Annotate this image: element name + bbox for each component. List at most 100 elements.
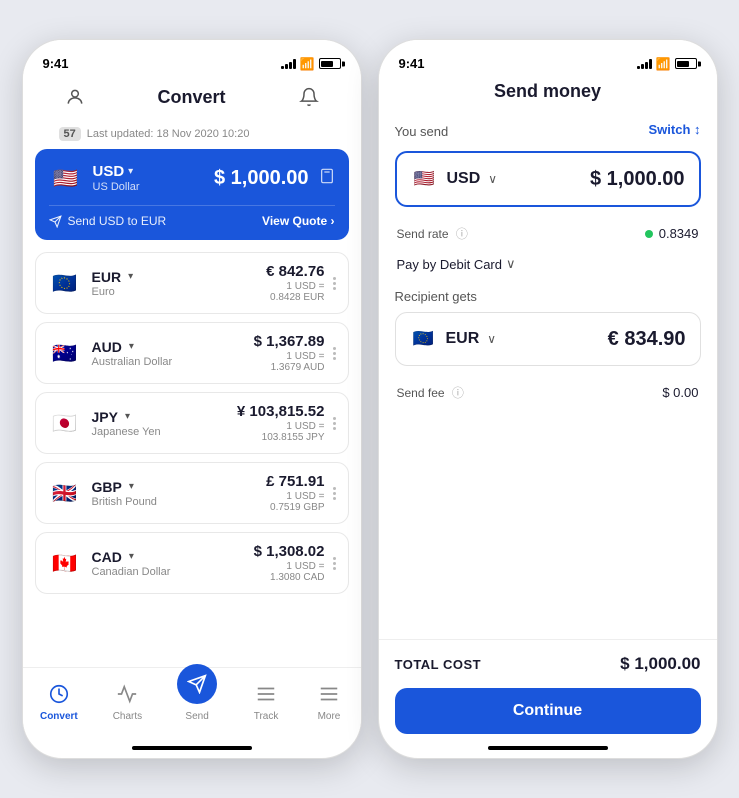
total-cost-bar: TOTAL COST $ 1,000.00 bbox=[379, 639, 717, 688]
bottom-nav-left: Convert Charts Send bbox=[23, 667, 361, 742]
send-currency-code: USD bbox=[447, 170, 481, 188]
dropdown-GBP[interactable]: ▾ bbox=[129, 481, 134, 492]
send-flag: 🇺🇸 bbox=[411, 165, 439, 193]
nav-track[interactable]: Track bbox=[242, 676, 290, 726]
send-amount-value: $ 1,000.00 bbox=[590, 168, 685, 191]
update-badge: 57 bbox=[59, 127, 81, 141]
pay-by-row[interactable]: Pay by Debit Card ∨ bbox=[395, 250, 701, 282]
pay-chevron-icon[interactable]: ∨ bbox=[506, 256, 516, 272]
send-usd-label: Send USD to EUR bbox=[68, 214, 167, 228]
usd-dropdown[interactable]: ▾ bbox=[128, 166, 133, 177]
main-currency-card[interactable]: 🇺🇸 USD ▾ US Dollar $ 1,000.00 bbox=[35, 149, 349, 240]
fee-row: Send fee ⓘ $ 0.00 bbox=[395, 376, 701, 409]
continue-button[interactable]: Continue bbox=[395, 688, 701, 734]
send-currency-selector[interactable]: 🇺🇸 USD ∨ bbox=[411, 165, 498, 193]
recipient-currency-code: EUR bbox=[446, 330, 480, 348]
you-send-label: You send bbox=[395, 124, 449, 139]
battery-icon bbox=[319, 58, 341, 69]
flag-GBP: 🇬🇧 bbox=[48, 476, 82, 510]
currency-list: 🇪🇺 EUR ▾ Euro € 842.76 1 USD =0.8428 EUR bbox=[35, 252, 349, 594]
currency-list-item[interactable]: 🇯🇵 JPY ▾ Japanese Yen ¥ 103,815.52 1 USD… bbox=[35, 392, 349, 454]
home-indicator-left bbox=[132, 746, 252, 750]
recipient-amount: € 834.90 bbox=[608, 328, 686, 351]
convert-screen-content: 🇺🇸 USD ▾ US Dollar $ 1,000.00 bbox=[23, 149, 361, 667]
screen-header-send: Send money bbox=[399, 73, 697, 110]
nav-more[interactable]: More bbox=[305, 676, 353, 726]
recipient-gets-label: Recipient gets bbox=[395, 289, 477, 304]
currency-list-item[interactable]: 🇨🇦 CAD ▾ Canadian Dollar $ 1,308.02 1 US… bbox=[35, 532, 349, 594]
dots-menu[interactable] bbox=[333, 557, 336, 570]
send-dropdown-icon[interactable]: ∨ bbox=[488, 172, 497, 186]
fee-info-icon[interactable]: ⓘ bbox=[452, 386, 464, 400]
bell-icon[interactable] bbox=[293, 81, 325, 113]
recipient-currency-selector[interactable]: 🇪🇺 EUR ∨ bbox=[410, 325, 497, 353]
currency-list-item[interactable]: 🇦🇺 AUD ▾ Australian Dollar $ 1,367.89 1 … bbox=[35, 322, 349, 384]
dropdown-JPY[interactable]: ▾ bbox=[125, 411, 130, 422]
fee-value: $ 0.00 bbox=[662, 385, 698, 400]
send-rate-value: 0.8349 bbox=[645, 226, 699, 241]
recipient-dropdown-icon[interactable]: ∨ bbox=[487, 332, 496, 346]
recipient-card[interactable]: 🇪🇺 EUR ∨ € 834.90 bbox=[395, 312, 701, 366]
send-nav-label: Send bbox=[185, 711, 208, 722]
more-nav-label: More bbox=[318, 711, 341, 722]
pay-by-label: Pay by Debit Card bbox=[397, 257, 503, 272]
phone-send: 9:41 📶 Send money bbox=[378, 39, 718, 759]
send-screen-content: You send Switch ↕ 🇺🇸 USD ∨ $ 1,000.00 bbox=[379, 110, 717, 639]
send-rate-label: Send rate ⓘ bbox=[397, 225, 468, 242]
status-icons-right: 📶 bbox=[637, 57, 697, 71]
screen-title-convert: Convert bbox=[91, 87, 293, 108]
dots-menu[interactable] bbox=[333, 277, 336, 290]
dropdown-EUR[interactable]: ▾ bbox=[128, 271, 133, 282]
phones-container: 9:41 📶 bbox=[22, 39, 718, 759]
you-send-header: You send Switch ↕ bbox=[395, 114, 701, 145]
convert-nav-label: Convert bbox=[40, 711, 78, 722]
status-time-right: 9:41 bbox=[399, 56, 425, 71]
usd-code: USD bbox=[93, 163, 125, 180]
dots-menu[interactable] bbox=[333, 347, 336, 360]
total-cost-label: TOTAL COST bbox=[395, 657, 482, 672]
phone-convert: 9:41 📶 bbox=[22, 39, 362, 759]
screen-header-convert: Convert bbox=[43, 73, 341, 123]
wifi-icon-right: 📶 bbox=[656, 57, 671, 71]
dropdown-CAD[interactable]: ▾ bbox=[129, 551, 134, 562]
notch-area-left: 9:41 📶 bbox=[23, 40, 361, 149]
flag-JPY: 🇯🇵 bbox=[48, 406, 82, 440]
status-bar-left: 9:41 📶 bbox=[43, 50, 341, 73]
track-nav-label: Track bbox=[254, 711, 279, 722]
usd-amount: $ 1,000.00 bbox=[214, 167, 309, 190]
charts-nav-label: Charts bbox=[113, 711, 142, 722]
nav-charts[interactable]: Charts bbox=[103, 676, 152, 726]
wifi-icon: 📶 bbox=[300, 57, 315, 71]
usd-name: US Dollar bbox=[93, 181, 140, 193]
recipient-flag: 🇪🇺 bbox=[410, 325, 438, 353]
battery-icon-right bbox=[675, 58, 697, 69]
calculator-icon[interactable] bbox=[319, 168, 335, 189]
last-updated: 57 Last updated: 18 Nov 2020 10:20 bbox=[43, 123, 341, 149]
flag-AUD: 🇦🇺 bbox=[48, 336, 82, 370]
total-cost-value: $ 1,000.00 bbox=[620, 654, 700, 674]
signal-icon bbox=[281, 59, 296, 69]
update-text: Last updated: 18 Nov 2020 10:20 bbox=[87, 128, 250, 140]
currency-list-item[interactable]: 🇪🇺 EUR ▾ Euro € 842.76 1 USD =0.8428 EUR bbox=[35, 252, 349, 314]
nav-convert[interactable]: Convert bbox=[30, 676, 88, 726]
more-nav-icon bbox=[315, 680, 343, 708]
send-usd-row[interactable]: Send USD to EUR View Quote › bbox=[49, 205, 335, 228]
status-bar-right: 9:41 📶 bbox=[399, 50, 697, 73]
green-dot bbox=[645, 230, 653, 238]
switch-btn[interactable]: Switch ↕ bbox=[648, 122, 700, 137]
nav-send[interactable]: Send bbox=[167, 676, 227, 726]
screen-title-send: Send money bbox=[447, 81, 649, 102]
currency-list-item[interactable]: 🇬🇧 GBP ▾ British Pound £ 751.91 1 USD =0… bbox=[35, 462, 349, 524]
view-quote-btn[interactable]: View Quote › bbox=[262, 214, 334, 228]
send-rate-row: Send rate ⓘ 0.8349 bbox=[395, 217, 701, 250]
dots-menu[interactable] bbox=[333, 487, 336, 500]
send-nav-icon bbox=[177, 664, 217, 704]
recipient-gets-header: Recipient gets bbox=[395, 288, 701, 306]
charts-nav-icon bbox=[113, 680, 141, 708]
user-icon[interactable] bbox=[59, 81, 91, 113]
rate-info-icon[interactable]: ⓘ bbox=[456, 227, 468, 241]
dropdown-AUD[interactable]: ▾ bbox=[129, 341, 134, 352]
send-amount-card[interactable]: 🇺🇸 USD ∨ $ 1,000.00 bbox=[395, 151, 701, 207]
flag-EUR: 🇪🇺 bbox=[48, 266, 82, 300]
dots-menu[interactable] bbox=[333, 417, 336, 430]
